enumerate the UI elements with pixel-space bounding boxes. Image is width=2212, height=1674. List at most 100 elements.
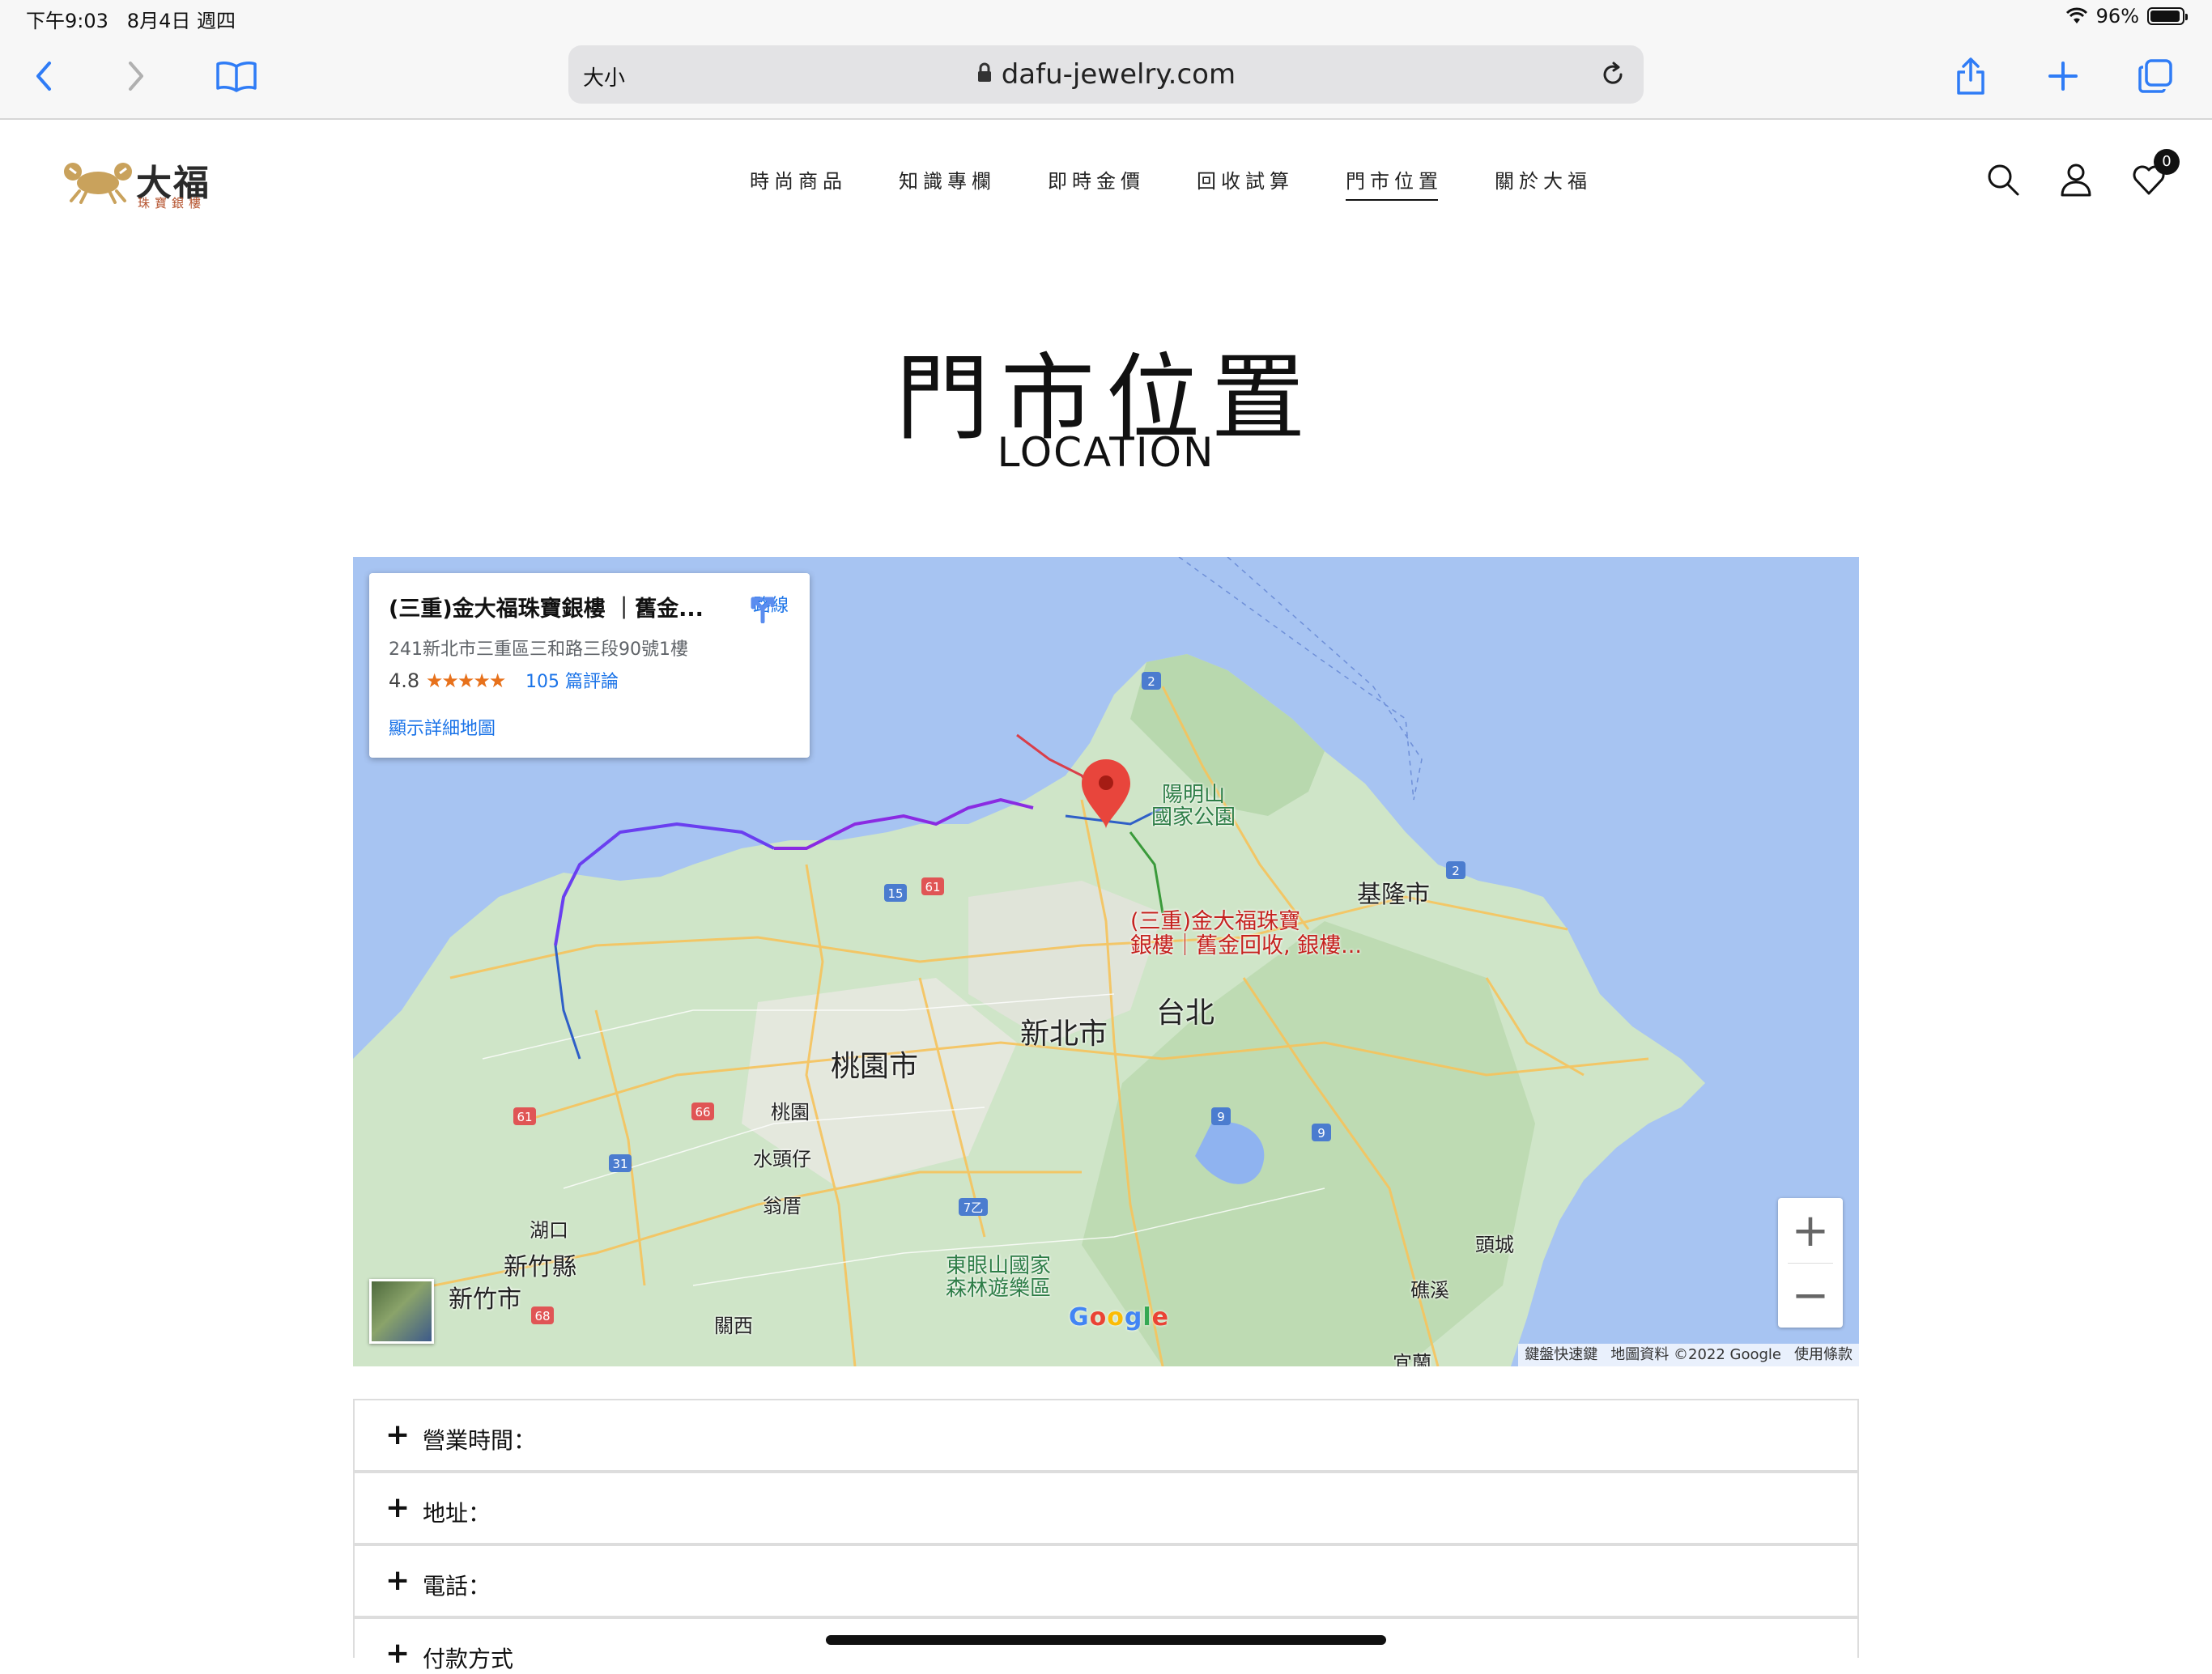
- bookmarks-button[interactable]: [212, 52, 261, 100]
- logo-subtext: 珠寶銀樓: [138, 196, 206, 210]
- plus-icon: +: [385, 1564, 410, 1597]
- user-icon: [2061, 164, 2091, 197]
- satellite-toggle[interactable]: [369, 1279, 434, 1344]
- svg-text:61: 61: [925, 880, 940, 894]
- accordion-label: 電話：: [423, 1573, 491, 1600]
- crab-logo-icon: [64, 163, 132, 204]
- directions-icon: [751, 597, 775, 623]
- tabs-button[interactable]: [2131, 52, 2180, 100]
- svg-text:61: 61: [517, 1110, 532, 1124]
- search-icon: [1988, 164, 2019, 196]
- plus-icon: +: [385, 1418, 410, 1451]
- main-nav: 時尚商品 知識專欄 即時金價 回收試算 門市位置 關於大福: [724, 165, 1618, 201]
- battery-icon: [2147, 7, 2188, 25]
- home-indicator[interactable]: [826, 1635, 1386, 1645]
- status-date: 8月4日 週四: [126, 10, 236, 32]
- tabs-icon: [2138, 59, 2172, 93]
- place-name: (三重)金大福珠寶銀樓 ｜舊金...: [389, 597, 704, 622]
- directions-button[interactable]: 路線: [747, 591, 795, 623]
- map-label-taoyuan-city: 桃園市: [831, 1050, 919, 1083]
- accordion-hours[interactable]: + 營業時間：: [353, 1399, 1859, 1472]
- map-label-wengcuo: 翁厝: [763, 1195, 802, 1217]
- svg-text:15: 15: [887, 886, 903, 901]
- plus-icon: +: [385, 1491, 410, 1524]
- nav-item-gold-price[interactable]: 即時金價: [1022, 165, 1171, 201]
- chevron-right-icon: [129, 62, 143, 91]
- wifi-icon: [2065, 7, 2087, 23]
- new-tab-button[interactable]: [2039, 52, 2087, 100]
- book-icon: [216, 62, 257, 92]
- svg-text:9: 9: [1317, 1126, 1325, 1141]
- site-header: 大福 珠寶銀樓 時尚商品 知識專欄 即時金價 回收試算 門市位置 關於大福 0: [0, 120, 2212, 241]
- chevron-left-icon: [36, 62, 51, 91]
- map-label-new-taipei: 新北市: [1020, 1018, 1108, 1051]
- map-label-guanxi: 關西: [714, 1315, 753, 1337]
- map-data-credit: 地圖資料 ©2022 Google: [1610, 1346, 1781, 1363]
- battery-percent: 96%: [2095, 5, 2139, 28]
- map-label-yilan: 宜蘭: [1393, 1352, 1431, 1366]
- nav-item-store-location[interactable]: 門市位置: [1320, 165, 1469, 201]
- reviews-link[interactable]: 105 篇評論: [525, 672, 619, 692]
- url-text: dafu-jewelry.com: [1001, 58, 1236, 91]
- wishlist-count-badge: 0: [2154, 149, 2180, 175]
- map-label-jiaoxi: 礁溪: [1410, 1279, 1449, 1302]
- google-logo: Google: [1069, 1303, 1170, 1332]
- view-larger-map-link[interactable]: 顯示詳細地圖: [389, 714, 496, 740]
- accordion-label: 付款方式: [423, 1646, 514, 1672]
- rating-stars: ★★★★★: [425, 669, 507, 692]
- google-map[interactable]: 15 61 2 2 61 66 31 9 9 68 7乙 (三重)金大福珠寶銀樓…: [353, 557, 1859, 1366]
- share-icon: [1957, 57, 1984, 95]
- map-label-keelung: 基隆市: [1357, 881, 1430, 909]
- page-subtitle: LOCATION: [997, 429, 1215, 476]
- place-rating: 4.8: [389, 669, 420, 692]
- browser-toolbar: 大小 dafu-jewelry.com: [0, 36, 2212, 120]
- terms-link[interactable]: 使用條款: [1794, 1344, 1853, 1366]
- map-label-toucheng: 頭城: [1475, 1234, 1514, 1256]
- zoom-out-button[interactable]: −: [1778, 1263, 1843, 1328]
- nav-item-about[interactable]: 關於大福: [1469, 165, 1618, 201]
- search-button[interactable]: [1985, 162, 2021, 198]
- svg-text:66: 66: [695, 1105, 710, 1120]
- map-label-hsinchu-city: 新竹市: [449, 1285, 521, 1314]
- svg-text:7乙: 7乙: [963, 1200, 984, 1215]
- svg-text:2: 2: [1147, 674, 1155, 689]
- map-label-taipei: 台北: [1156, 996, 1215, 1030]
- map-label-shuitouzi: 水頭仔: [753, 1148, 811, 1171]
- keyboard-shortcuts-link[interactable]: 鍵盤快速鍵: [1525, 1344, 1597, 1366]
- zoom-controls: + −: [1778, 1198, 1843, 1328]
- map-attribution: 鍵盤快速鍵 地圖資料 ©2022 Google 使用條款: [1518, 1344, 1859, 1366]
- place-address: 241新北市三重區三和路三段90號1樓: [389, 639, 688, 660]
- map-label-hukou: 湖口: [530, 1219, 568, 1242]
- back-button[interactable]: [19, 52, 68, 100]
- status-bar: 下午9:03 8月4日 週四 96%: [0, 0, 2212, 36]
- reload-icon[interactable]: [1597, 58, 1629, 91]
- forward-button[interactable]: [112, 52, 160, 100]
- nav-item-knowledge[interactable]: 知識專欄: [873, 165, 1022, 201]
- svg-text:68: 68: [534, 1309, 550, 1323]
- lock-icon: [977, 62, 991, 82]
- share-button[interactable]: [1946, 52, 1995, 100]
- map-pin-label[interactable]: (三重)金大福珠寶 銀樓｜舊金回收, 銀樓...: [1130, 910, 1362, 958]
- nav-item-products[interactable]: 時尚商品: [724, 165, 873, 201]
- status-time: 下午9:03: [26, 10, 108, 32]
- address-bar[interactable]: 大小 dafu-jewelry.com: [568, 45, 1644, 104]
- place-info-card: (三重)金大福珠寶銀樓 ｜舊金... 241新北市三重區三和路三段90號1樓 4…: [369, 573, 810, 758]
- wishlist-button[interactable]: 0: [2131, 149, 2180, 198]
- nav-item-recycle-calc[interactable]: 回收試算: [1171, 165, 1320, 201]
- map-label-hsinchu-county: 新竹縣: [504, 1253, 576, 1281]
- accordion-phone[interactable]: + 電話：: [353, 1544, 1859, 1617]
- plus-icon: +: [385, 1637, 410, 1670]
- map-label-taoyuan: 桃園: [771, 1101, 810, 1124]
- svg-text:9: 9: [1217, 1110, 1225, 1124]
- svg-text:2: 2: [1452, 864, 1460, 878]
- zoom-in-button[interactable]: +: [1778, 1198, 1843, 1263]
- plus-icon: [2048, 62, 2078, 91]
- accordion-address[interactable]: + 地址：: [353, 1472, 1859, 1544]
- map-label-dongyan: 東眼山國家 森林遊樂區: [946, 1254, 1052, 1301]
- account-button[interactable]: [2058, 162, 2094, 198]
- accordion-label: 地址：: [423, 1500, 491, 1527]
- accordion-label: 營業時間：: [423, 1427, 537, 1454]
- svg-text:31: 31: [612, 1157, 627, 1171]
- site-logo[interactable]: 大福 珠寶銀樓: [62, 152, 215, 210]
- map-label-yangmingshan: 陽明山 國家公園: [1151, 783, 1236, 830]
